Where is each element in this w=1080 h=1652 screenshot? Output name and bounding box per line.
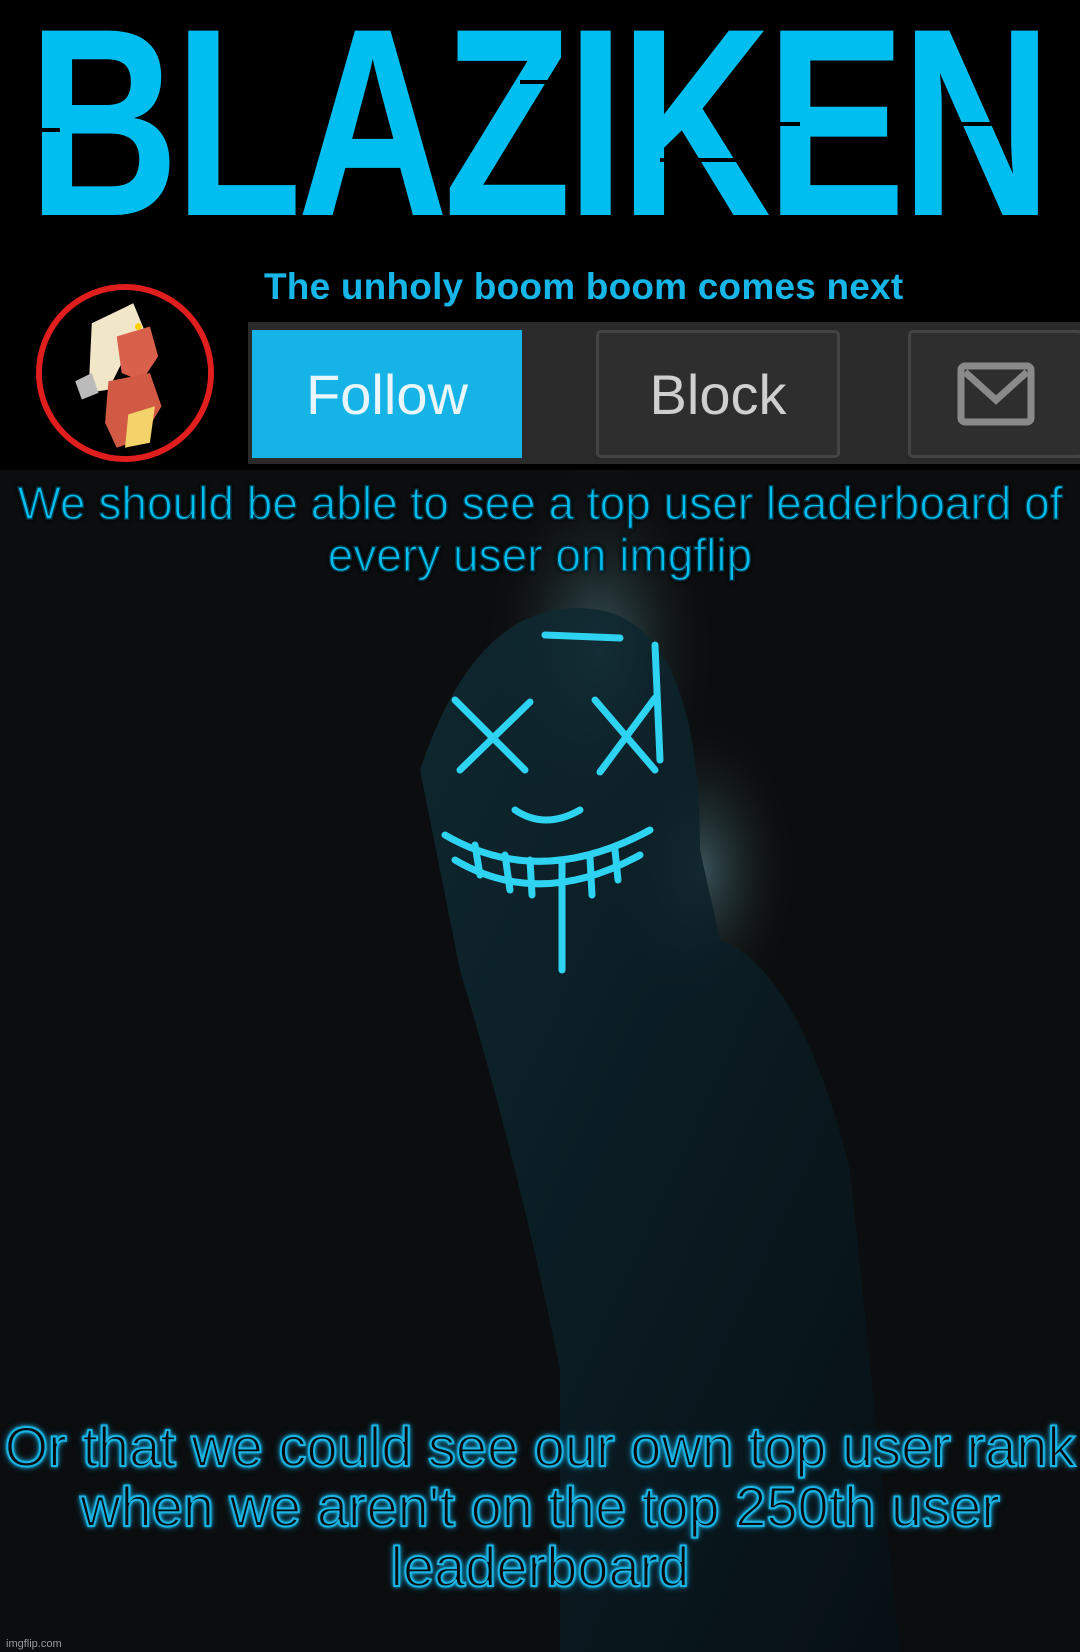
glitch-line [90, 150, 130, 154]
blaziken-icon [42, 290, 208, 456]
profile-header: BLAZIKEN The unholy boom boom comes next… [0, 0, 1080, 470]
watermark: imgflip.com [6, 1638, 62, 1650]
tagline: The unholy boom boom comes next [264, 266, 904, 307]
caption-top: We should be able to see a top user lead… [17, 476, 1064, 582]
glitch-line [960, 122, 1000, 126]
avatar[interactable] [36, 284, 214, 462]
glitch-line [20, 128, 60, 132]
envelope-icon [957, 362, 1034, 426]
caption-bottom: Or that we could see our own top user ra… [4, 1415, 1077, 1598]
profile-action-bar: Follow Block [248, 322, 1080, 464]
logo-text: BLAZIKEN [28, 0, 1052, 272]
glitch-line [520, 80, 560, 84]
glitch-line [660, 158, 760, 162]
follow-button[interactable]: Follow [252, 330, 522, 458]
message-button[interactable] [908, 330, 1080, 458]
block-button[interactable]: Block [596, 330, 840, 458]
glitch-line [760, 122, 800, 126]
